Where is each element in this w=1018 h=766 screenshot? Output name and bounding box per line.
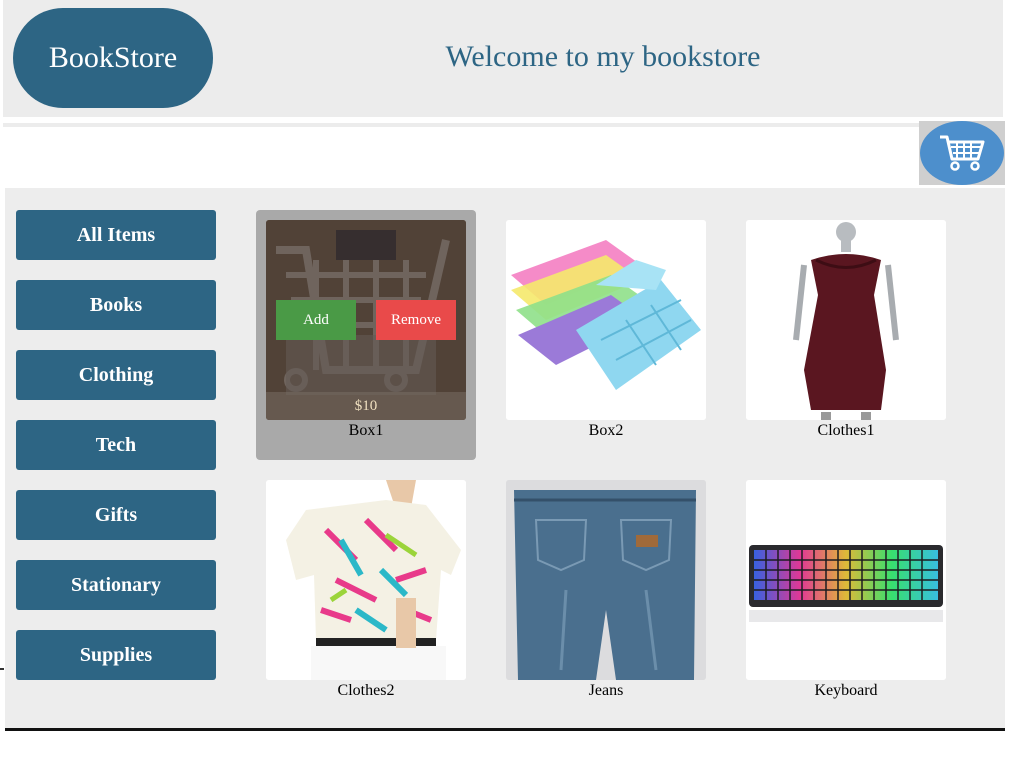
footer-divider [5, 728, 1005, 731]
product-name: Clothes1 [817, 422, 875, 439]
product-name: Box2 [588, 422, 624, 439]
product-card[interactable]: Keyboard [736, 470, 956, 720]
product-card[interactable]: Jeans [496, 470, 716, 720]
logo[interactable]: BookStore [13, 8, 213, 108]
product-image [506, 480, 706, 680]
sidebar-item-gifts[interactable]: Gifts [16, 490, 216, 540]
product-name: Clothes2 [337, 682, 395, 699]
product-image [746, 480, 946, 680]
product-image [746, 220, 946, 420]
product-card[interactable]: Clothes1 [736, 210, 956, 460]
sidebar-item-clothing[interactable]: Clothing [16, 350, 216, 400]
divider [3, 123, 1003, 127]
product-name: Jeans [588, 682, 624, 699]
product-card[interactable]: Clothes2 [256, 470, 476, 720]
product-image [266, 480, 466, 680]
main-content: All Items Books Clothing Tech Gifts Stat… [5, 188, 1005, 728]
product-image [506, 220, 706, 420]
cart-button[interactable] [919, 121, 1005, 185]
product-card[interactable]: Box2 [496, 210, 716, 460]
header: BookStore Welcome to my bookstore [3, 0, 1003, 117]
sidebar-item-supplies[interactable]: Supplies [16, 630, 216, 680]
remove-button[interactable]: Remove [376, 300, 456, 340]
sidebar-item-all-items[interactable]: All Items [16, 210, 216, 260]
price-label: $10 [266, 392, 466, 420]
product-card[interactable]: Add Remove $10 Box1 [256, 210, 476, 460]
edge-mark [0, 668, 4, 670]
add-button[interactable]: Add [276, 300, 356, 340]
product-name: Keyboard [814, 682, 878, 699]
sidebar-item-books[interactable]: Books [16, 280, 216, 330]
shopping-cart-icon[interactable] [920, 121, 1004, 185]
product-name: Box1 [348, 422, 384, 439]
sidebar-item-stationary[interactable]: Stationary [16, 560, 216, 610]
category-sidebar: All Items Books Clothing Tech Gifts Stat… [16, 210, 216, 700]
product-image: Add Remove $10 [266, 220, 466, 420]
page-title: Welcome to my bookstore [445, 40, 761, 73]
sidebar-item-tech[interactable]: Tech [16, 420, 216, 470]
